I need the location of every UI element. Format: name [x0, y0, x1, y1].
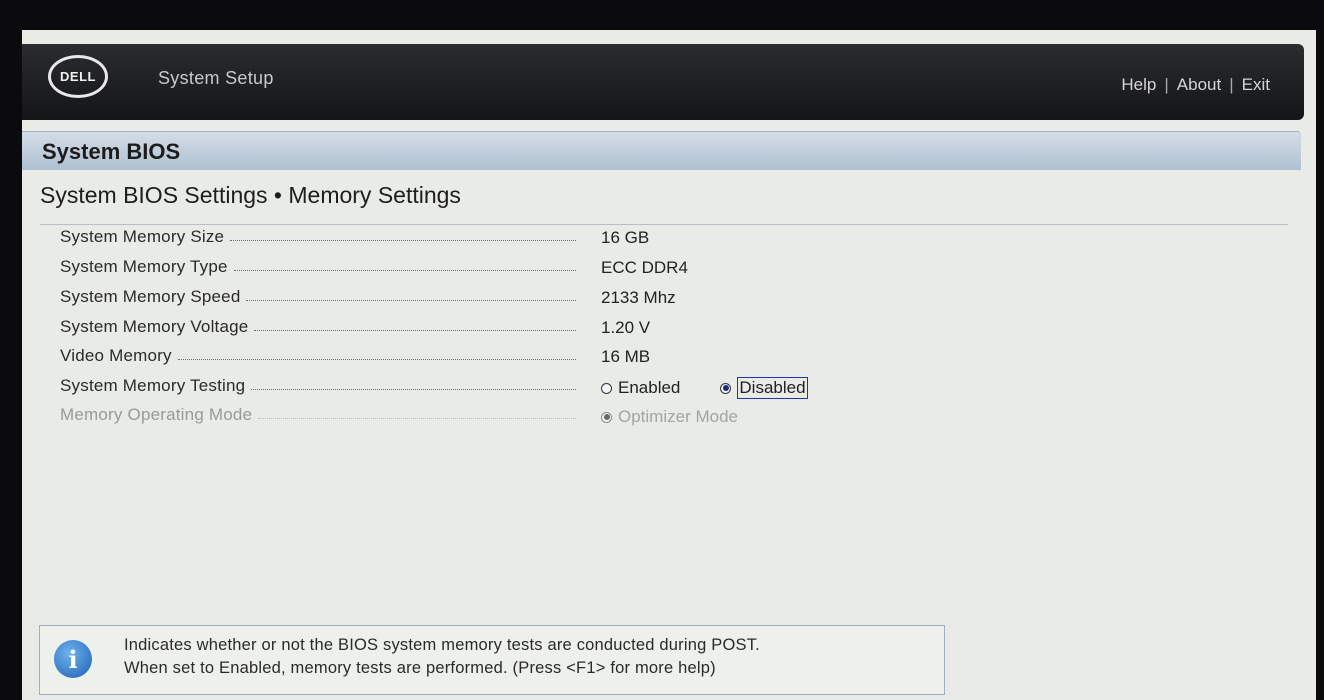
about-link[interactable]: About	[1177, 75, 1221, 95]
setting-label: Memory Operating Mode	[60, 405, 253, 424]
radio-label: Enabled	[618, 378, 681, 397]
dotted-leader	[251, 388, 576, 390]
setting-label: System Memory Type	[60, 257, 228, 276]
help-link[interactable]: Help	[1121, 75, 1156, 95]
link-separator: |	[1229, 75, 1234, 94]
setting-value: 1.20 V	[601, 318, 651, 337]
exit-link[interactable]: Exit	[1242, 75, 1270, 95]
setting-value: 16 MB	[601, 347, 651, 366]
setting-label: System Memory Size	[60, 227, 225, 246]
setting-row-memory-testing: System Memory Testing Enabled Disabled	[22, 375, 1316, 401]
section-header-bar: System BIOS	[22, 131, 1301, 170]
header-bar: DELL System Setup Help | About | Exit	[22, 44, 1304, 120]
setting-row-video-memory: Video Memory 16 MB	[22, 345, 1316, 371]
dotted-leader	[233, 269, 576, 271]
dotted-leader	[246, 299, 576, 301]
radio-selected-icon	[601, 411, 612, 423]
setting-label: System Memory Testing	[60, 376, 246, 395]
bios-screen: DELL System Setup Help | About | Exit Sy…	[22, 30, 1316, 700]
section-title: System BIOS	[42, 139, 181, 164]
help-line: Indicates whether or not the BIOS system…	[124, 636, 760, 654]
setting-value: 2133 Mhz	[601, 288, 676, 307]
radio-enabled[interactable]: Enabled	[601, 378, 680, 398]
info-icon: i	[54, 640, 92, 678]
radio-disabled[interactable]: Disabled	[720, 377, 808, 399]
radio-optimizer-mode: Optimizer Mode	[601, 407, 738, 427]
setting-row-memory-voltage: System Memory Voltage 1.20 V	[22, 316, 1316, 342]
header-links: Help | About | Exit	[1121, 75, 1270, 95]
dotted-leader	[177, 358, 576, 360]
dotted-leader	[254, 329, 576, 331]
setting-value: ECC DDR4	[601, 258, 688, 277]
dotted-leader	[258, 417, 576, 419]
radio-unselected-icon	[601, 382, 612, 394]
setting-row-memory-size: System Memory Size 16 GB	[22, 226, 1316, 252]
help-line: When set to Enabled, memory tests are pe…	[124, 659, 716, 677]
setting-label: System Memory Voltage	[60, 317, 249, 336]
setting-row-memory-speed: System Memory Speed 2133 Mhz	[22, 286, 1316, 312]
radio-label: Disabled	[737, 377, 808, 399]
setting-row-memory-operating-mode: Memory Operating Mode Optimizer Mode	[22, 404, 1316, 430]
setting-label: System Memory Speed	[60, 287, 241, 306]
radio-selected-icon	[720, 382, 732, 394]
setting-value: 16 GB	[601, 228, 650, 247]
memory-testing-radio-group: Enabled Disabled	[601, 375, 808, 401]
help-box: i Indicates whether or not the BIOS syst…	[39, 625, 945, 695]
radio-label: Optimizer Mode	[618, 407, 738, 426]
dotted-leader	[230, 239, 576, 241]
title-divider	[40, 224, 1288, 225]
setting-row-memory-type: System Memory Type ECC DDR4	[22, 256, 1316, 282]
dell-logo: DELL	[48, 55, 108, 98]
setting-label: Video Memory	[60, 346, 172, 365]
link-separator: |	[1164, 75, 1169, 94]
help-text: Indicates whether or not the BIOS system…	[124, 634, 760, 680]
page-title: System BIOS Settings • Memory Settings	[40, 182, 461, 208]
app-title: System Setup	[158, 68, 274, 88]
operating-mode-radio-group: Optimizer Mode	[601, 404, 738, 430]
